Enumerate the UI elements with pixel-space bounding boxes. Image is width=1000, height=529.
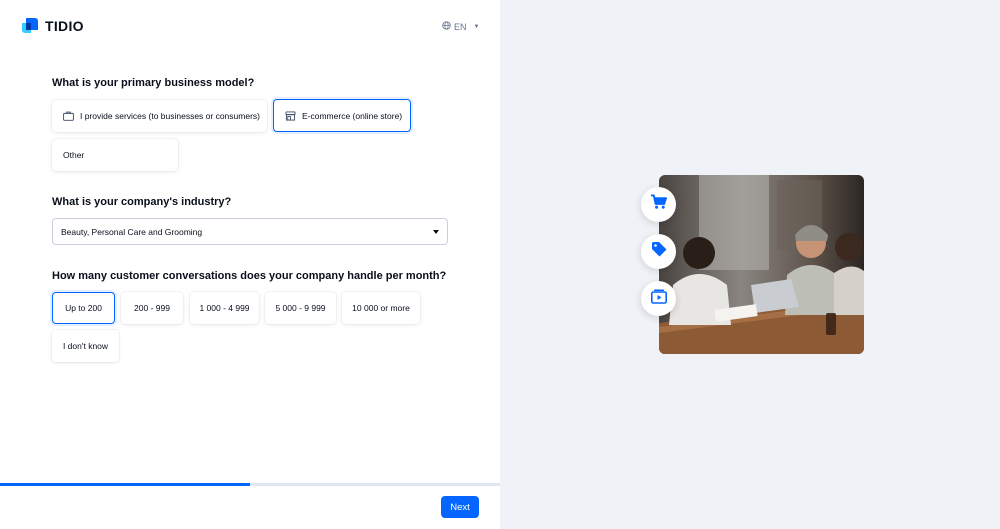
option-label: I provide services (to businesses or con… bbox=[80, 111, 260, 121]
option-200-999[interactable]: 200 - 999 bbox=[121, 292, 183, 324]
business-model-question: What is your primary business model? bbox=[52, 77, 255, 89]
form-panel: TIDIO EN ▼ What is your primary business… bbox=[0, 0, 500, 529]
option-label: Up to 200 bbox=[65, 303, 102, 313]
video-play-badge bbox=[641, 281, 676, 316]
next-button[interactable]: Next bbox=[441, 496, 479, 518]
option-up-to-200[interactable]: Up to 200 bbox=[52, 292, 115, 324]
caret-down-icon bbox=[433, 230, 439, 234]
industry-select-value: Beauty, Personal Care and Grooming bbox=[61, 226, 203, 237]
briefcase-icon bbox=[63, 111, 74, 121]
option-label: Other bbox=[63, 150, 85, 160]
option-ecommerce[interactable]: E-commerce (online store) bbox=[273, 99, 411, 132]
chevron-down-icon: ▼ bbox=[473, 23, 480, 30]
option-label: 5 000 - 9 999 bbox=[275, 303, 326, 313]
tidio-logo[interactable]: TIDIO bbox=[21, 17, 84, 35]
option-label: 200 - 999 bbox=[134, 303, 170, 313]
store-icon bbox=[285, 110, 296, 121]
language-selector[interactable]: EN ▼ bbox=[442, 21, 479, 32]
option-dont-know[interactable]: I don't know bbox=[52, 330, 119, 362]
option-10000-or-more[interactable]: 10 000 or more bbox=[342, 292, 420, 324]
option-services[interactable]: I provide services (to businesses or con… bbox=[52, 100, 267, 132]
tidio-logo-icon bbox=[21, 17, 39, 35]
shopping-cart-icon bbox=[650, 194, 667, 215]
language-label: EN bbox=[454, 21, 467, 32]
option-5000-9999[interactable]: 5 000 - 9 999 bbox=[265, 292, 336, 324]
industry-question: What is your company's industry? bbox=[52, 196, 232, 208]
option-label: E-commerce (online store) bbox=[302, 110, 403, 121]
option-label: 1 000 - 4 999 bbox=[199, 303, 250, 313]
shopping-cart-badge bbox=[641, 187, 676, 222]
option-label: 10 000 or more bbox=[352, 303, 410, 313]
price-tag-badge bbox=[641, 234, 676, 269]
option-1000-4999[interactable]: 1 000 - 4 999 bbox=[190, 292, 259, 324]
globe-icon bbox=[442, 21, 451, 32]
industry-select[interactable]: Beauty, Personal Care and Grooming bbox=[52, 218, 448, 245]
conversations-question: How many customer conversations does you… bbox=[52, 270, 447, 282]
team-photo bbox=[659, 175, 864, 354]
option-other[interactable]: Other bbox=[52, 139, 178, 171]
progress-bar bbox=[0, 483, 500, 486]
progress-bar-fill bbox=[0, 483, 250, 486]
video-play-icon bbox=[650, 289, 667, 309]
brand-name: TIDIO bbox=[45, 18, 84, 34]
price-tag-icon bbox=[651, 241, 667, 262]
option-label: I don't know bbox=[62, 341, 109, 351]
